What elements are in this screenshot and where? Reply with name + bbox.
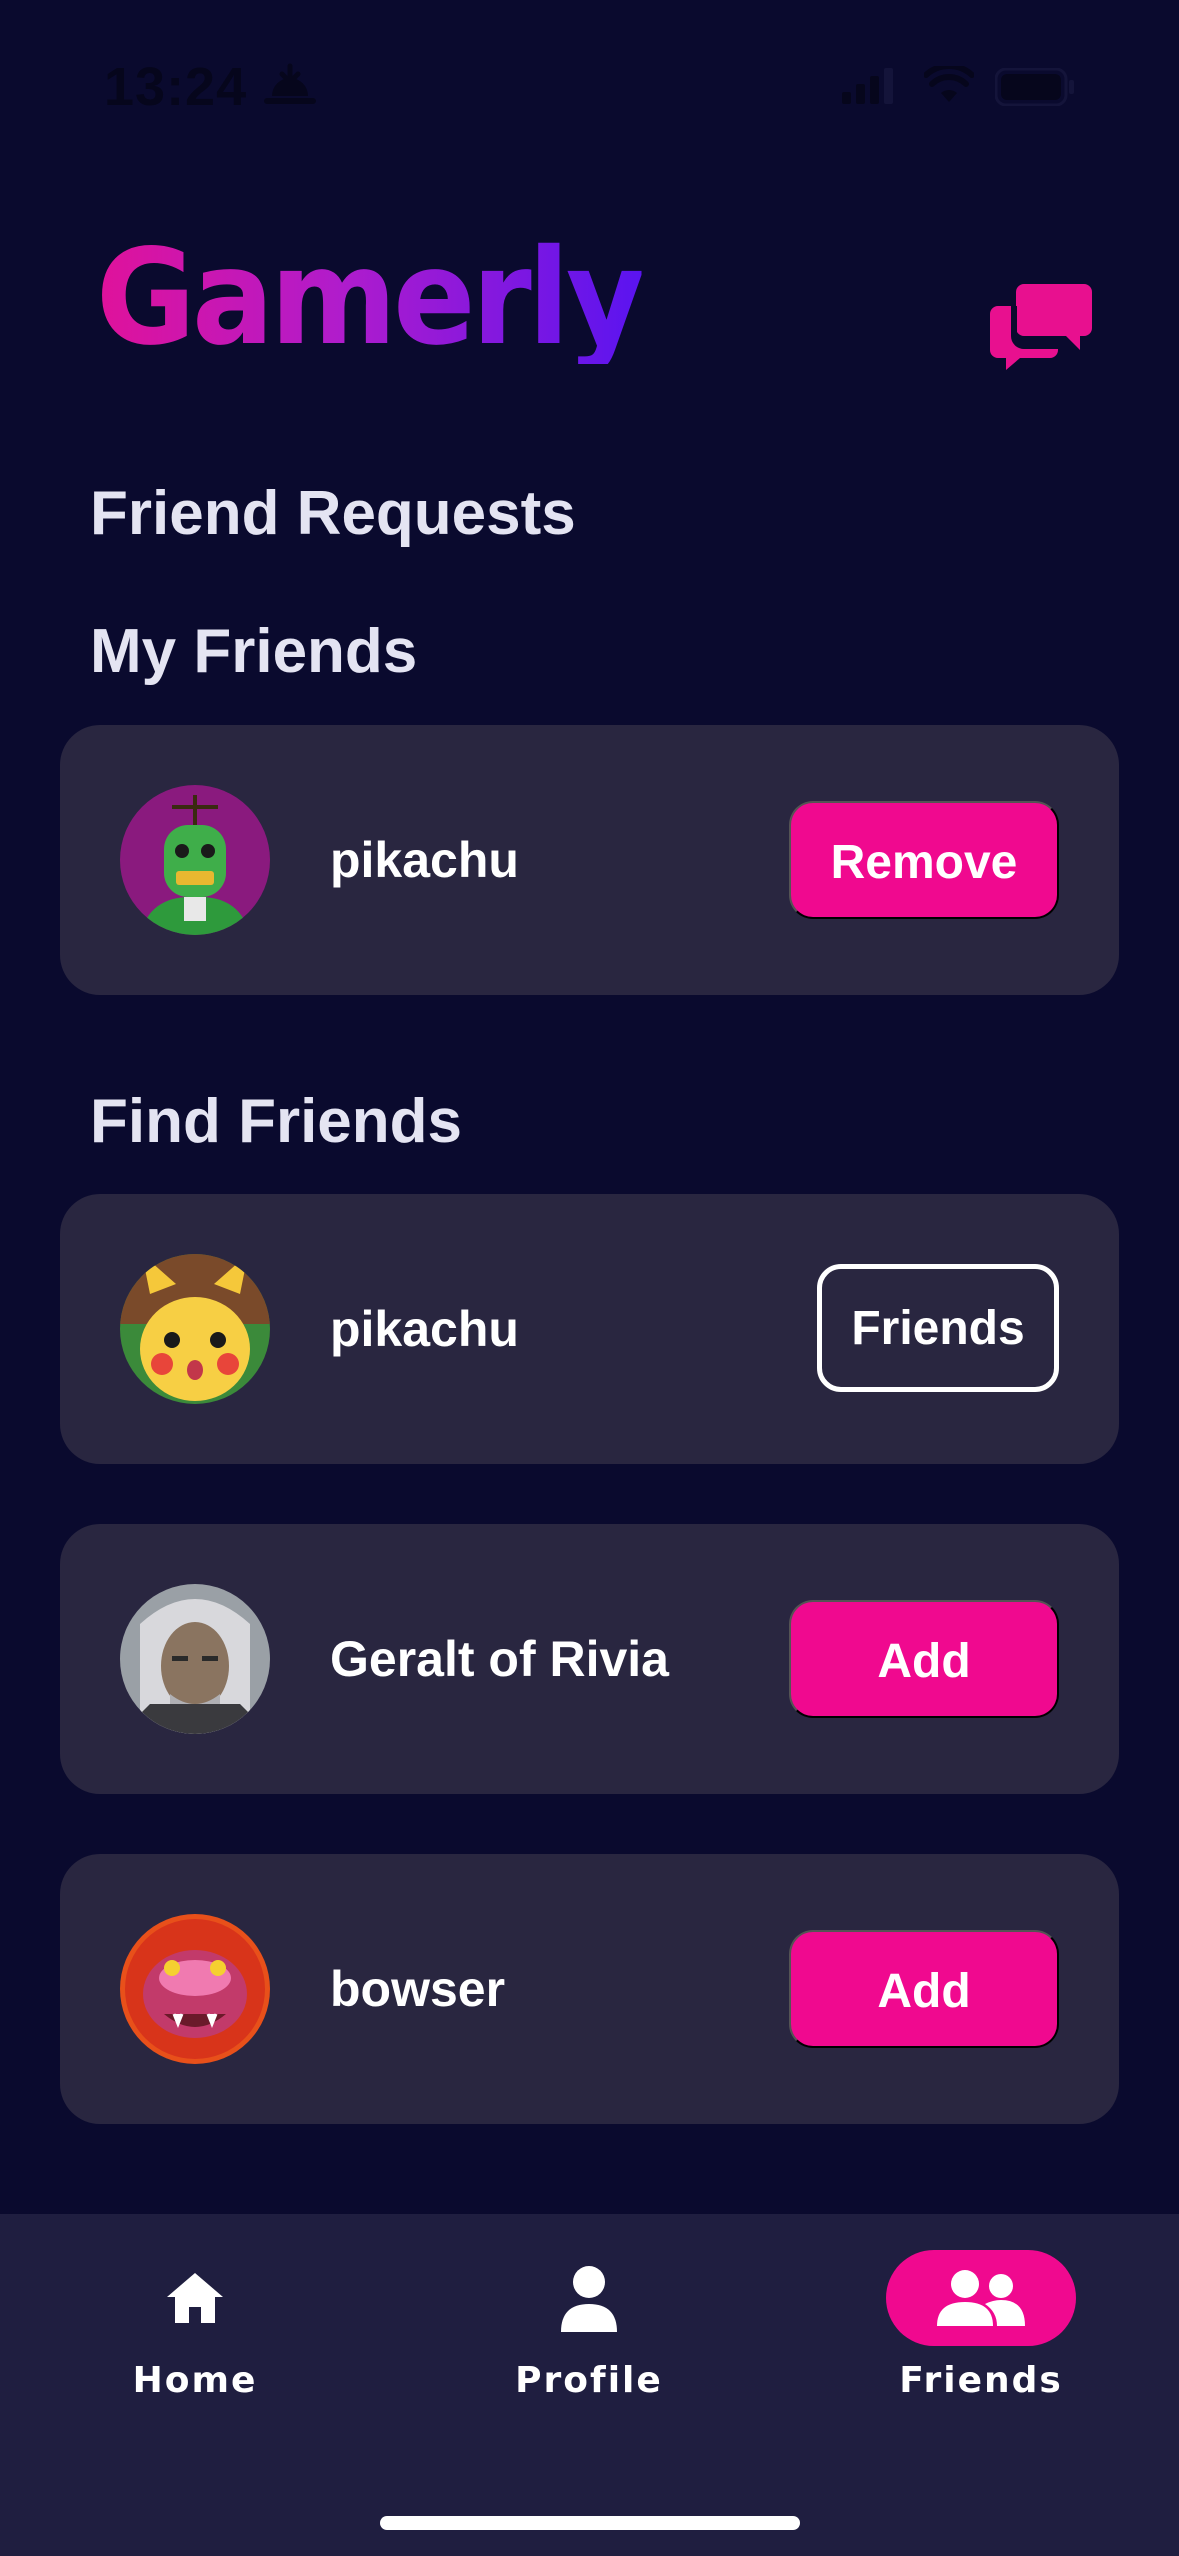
add-friend-button[interactable]: Add [789,1600,1059,1718]
my-friends-heading: My Friends [90,617,418,686]
battery-icon [994,67,1075,111]
find-friend-username: bowser [330,1961,506,2017]
bowser-avatar[interactable] [120,1914,270,2064]
wifi-icon [923,63,975,109]
cellular-signal-icon [842,68,894,109]
friend-requests-heading: Friend Requests [90,479,576,548]
add-friend-button[interactable]: Add [789,1930,1059,2048]
robot-avatar[interactable] [120,785,270,935]
status-time: 13:24 [104,57,248,117]
tab-friends[interactable]: Friends [851,2250,1111,2420]
tab-home-label: Home [132,2360,258,2401]
find-friends-heading: Find Friends [90,1087,462,1156]
app-logo: Gamerly [96,221,645,375]
remove-friend-button[interactable]: Remove [789,801,1059,919]
find-friend-card: bowser Add [60,1854,1119,2124]
tab-profile-label: Profile [515,2360,663,2401]
find-friend-card: Geralt of Rivia Add [60,1524,1119,1794]
people-icon [937,2270,1025,2326]
my-friend-card: pikachu Remove [60,725,1119,995]
home-indicator [380,2516,800,2530]
find-friend-card: pikachu Friends [60,1194,1119,1464]
pikachu-avatar[interactable] [120,1254,270,1404]
tab-bar: Home Profile Friends [0,2214,1179,2556]
tab-home[interactable]: Home [65,2250,325,2420]
status-bar: 13:24 [0,0,1179,150]
chat-bubbles-icon [990,284,1092,370]
find-friend-username: Geralt of Rivia [330,1631,669,1687]
chat-button[interactable] [990,280,1094,370]
tab-profile[interactable]: Profile [459,2250,719,2420]
tab-friends-icon-wrap [886,2250,1076,2346]
tab-friends-label: Friends [899,2360,1063,2401]
friends-status-button[interactable]: Friends [817,1264,1059,1392]
tab-home-icon-wrap [100,2250,290,2346]
geralt-avatar[interactable] [120,1584,270,1734]
person-icon [561,2266,617,2332]
friend-username: pikachu [330,832,519,888]
tab-profile-icon-wrap [494,2250,684,2346]
home-icon [167,2273,223,2323]
find-friend-username: pikachu [330,1301,519,1357]
alarm-icon [262,62,318,111]
